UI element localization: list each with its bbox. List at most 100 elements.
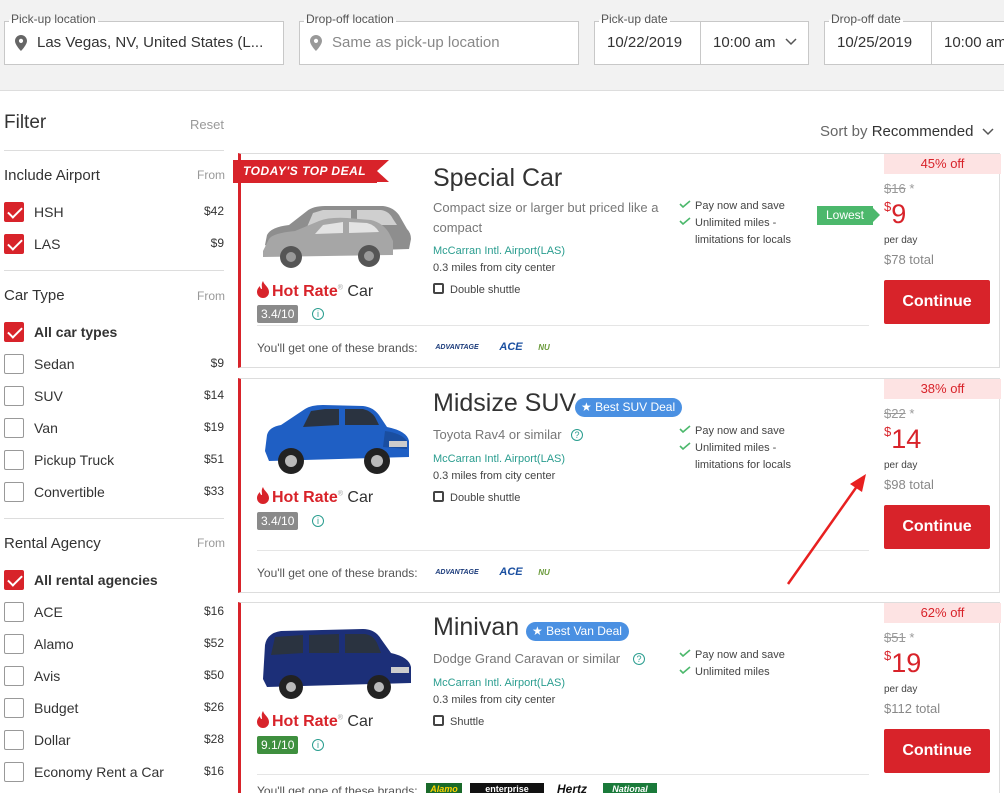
filter-item[interactable]: ACE $16 [4, 602, 224, 624]
divider [4, 150, 224, 151]
original-price: $22 * [884, 406, 914, 421]
checkbox-checked[interactable] [4, 570, 24, 590]
dropoff-location-label: Drop-off location [304, 12, 396, 26]
filter-item[interactable]: Van $19 [4, 418, 224, 440]
checkbox-unchecked[interactable] [4, 450, 24, 470]
brand-logo-ace: ACE [499, 566, 523, 578]
info-icon[interactable]: i [312, 308, 324, 320]
filter-item-label: All rental agencies [34, 572, 158, 588]
info-icon[interactable]: i [312, 739, 324, 751]
pickup-date-field[interactable]: Pick-up date 10/22/2019 10:00 am [594, 12, 809, 65]
checkbox-unchecked[interactable] [4, 730, 24, 750]
perk-item: Pay now and save [679, 647, 799, 664]
pickup-time-value[interactable]: 10:00 am [713, 34, 776, 51]
filter-item-price: $33 [203, 484, 224, 498]
filter-item-price: $28 [203, 732, 224, 746]
checkbox-checked[interactable] [4, 234, 24, 254]
dropoff-time-value[interactable]: 10:00 am [944, 34, 1004, 51]
filter-item[interactable]: SUV $14 [4, 386, 224, 408]
rating-badge: 9.1/10 [257, 736, 299, 754]
filter-item[interactable]: HSH $42 [4, 202, 224, 224]
price-value: 9 [891, 199, 907, 229]
perk-text: Unlimited miles - limitations for locals [695, 217, 791, 246]
filter-item[interactable]: Alamo $52 [4, 634, 224, 656]
best-deal-badge: ★ Best Van Deal [526, 622, 629, 641]
filter-item-label: Van [34, 420, 58, 436]
checkbox-unchecked[interactable] [4, 634, 24, 654]
asterisk: * [909, 630, 915, 645]
checkbox-unchecked[interactable] [4, 354, 24, 374]
filter-item[interactable]: Avis $50 [4, 666, 224, 688]
search-bar: Pick-up location Las Vegas, NV, United S… [0, 0, 1004, 91]
checkbox-unchecked[interactable] [4, 698, 24, 718]
dropoff-date-field[interactable]: Drop-off date 10/25/2019 10:00 am [824, 12, 1004, 65]
hot-rate-text: Hot Rate [272, 713, 338, 730]
checkbox-unchecked[interactable] [4, 602, 24, 622]
dropoff-date-label: Drop-off date [829, 12, 903, 26]
dropoff-location-field[interactable]: Drop-off location Same as pick-up locati… [299, 12, 579, 65]
brand-logo-enterprise: enterprise [470, 783, 544, 793]
checkbox-unchecked[interactable] [4, 386, 24, 406]
current-price: $19 [884, 648, 921, 679]
airport-link[interactable]: McCarran Intl. Airport(LAS) [433, 677, 565, 689]
badge-text: Best Van Deal [546, 624, 622, 638]
price-value: 19 [891, 648, 922, 678]
brand-logo-hertz: Hertz [556, 782, 587, 793]
checkbox-unchecked[interactable] [4, 762, 24, 782]
original-price-value: $51 [884, 630, 906, 645]
filter-item[interactable]: Economy Rent a Car $16 [4, 762, 224, 784]
location-pin-icon [15, 35, 27, 51]
divider [257, 325, 869, 326]
dropoff-date-value[interactable]: 10/25/2019 [837, 34, 912, 51]
brand-logo-nu: NU [538, 343, 550, 352]
car-result-card: Hot Rate® Car 9.1/10 i Minivan ★ Best Va… [238, 602, 1001, 793]
hot-rate-car-text: Car [347, 283, 374, 300]
distance-text: 0.3 miles from city center [433, 470, 556, 482]
divider [257, 550, 869, 551]
car-class-subtitle: Compact size or larger but priced like a… [433, 200, 659, 235]
perk-item: Unlimited miles - limitations for locals [679, 440, 799, 474]
filter-item[interactable]: Sedan $9 [4, 354, 224, 376]
discount-banner: 45% off [884, 154, 1001, 174]
airport-link[interactable]: McCarran Intl. Airport(LAS) [433, 453, 565, 465]
continue-button[interactable]: Continue [884, 505, 990, 549]
brand-logo-ace: ACE [499, 341, 523, 353]
pickup-location-field[interactable]: Pick-up location Las Vegas, NV, United S… [4, 12, 284, 65]
checkbox-unchecked[interactable] [4, 418, 24, 438]
continue-button[interactable]: Continue [884, 729, 990, 773]
continue-button[interactable]: Continue [884, 280, 990, 324]
filter-item[interactable]: Budget $26 [4, 698, 224, 720]
checkbox-checked[interactable] [4, 322, 24, 342]
checkbox-unchecked[interactable] [4, 666, 24, 686]
checkmark-icon [679, 217, 691, 225]
filter-item-price: $50 [203, 668, 224, 682]
per-day-label: per day [884, 684, 918, 695]
checkbox-checked[interactable] [4, 202, 24, 222]
info-icon[interactable]: ? [571, 429, 583, 441]
perk-item: Unlimited miles - limitations for locals [679, 215, 799, 249]
sort-label: Sort by [820, 123, 868, 140]
reset-link[interactable]: Reset [190, 117, 224, 132]
divider [931, 22, 932, 64]
pickup-date-value[interactable]: 10/22/2019 [607, 34, 682, 51]
hot-rate-text: Hot Rate [272, 489, 338, 506]
info-icon[interactable]: ? [633, 653, 645, 665]
filter-item[interactable]: Pickup Truck $51 [4, 450, 224, 472]
filter-item-label: Economy Rent a Car [34, 764, 164, 780]
filter-item[interactable]: LAS $9 [4, 234, 224, 256]
perks-list: Pay now and save Unlimited miles - limit… [679, 198, 799, 249]
brands-text: You'll get one of these brands: [257, 341, 418, 355]
filter-item[interactable]: Convertible $33 [4, 482, 224, 504]
filter-item[interactable]: All rental agencies [4, 570, 224, 592]
brands-text: You'll get one of these brands: [257, 784, 418, 793]
bus-icon [433, 715, 444, 726]
car-result-card: Hot Rate® Car 3.4/10 i Midsize SUV ★ Bes… [238, 378, 1001, 593]
info-icon[interactable]: i [312, 515, 324, 527]
filter-item[interactable]: Dollar $28 [4, 730, 224, 752]
chevron-down-icon[interactable] [785, 38, 797, 46]
sort-dropdown[interactable]: Sort by Recommended [820, 123, 994, 140]
checkbox-unchecked[interactable] [4, 482, 24, 502]
per-day-label: per day [884, 235, 918, 246]
filter-item[interactable]: All car types [4, 322, 224, 344]
airport-link[interactable]: McCarran Intl. Airport(LAS) [433, 245, 565, 257]
